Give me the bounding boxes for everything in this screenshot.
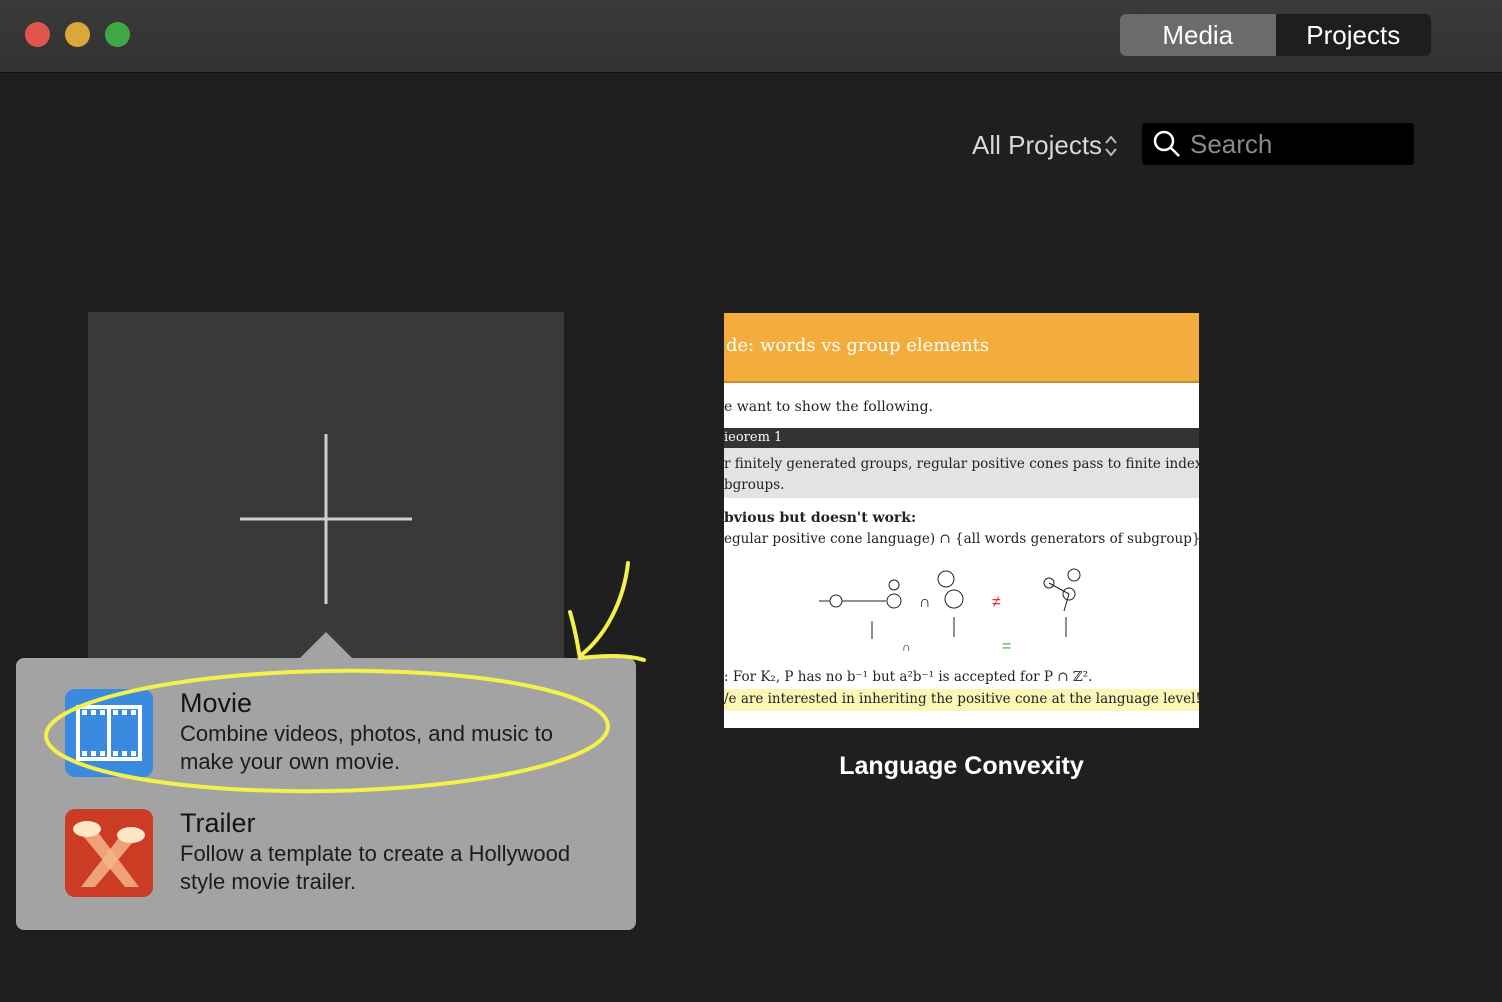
project-thumbnail-language-convexity[interactable]: de: words vs group elements e want to sh… [724,313,1199,728]
svg-text:∩: ∩ [919,594,931,611]
movie-option[interactable]: Movie Combine videos, photos, and music … [16,678,636,788]
theorem-text-1: r finitely generated groups, regular pos… [724,456,1199,472]
example-text: : For K₂, P has no b⁻¹ but a²b⁻¹ is acce… [724,669,1093,685]
highlight-text: /e are interested in inheriting the posi… [724,691,1199,707]
zoom-window-button[interactable] [105,22,130,47]
spotlight-icon [65,809,153,897]
formula-text: egular positive cone language) ∩ {all wo… [724,531,1199,547]
svg-text:≠: ≠ [992,594,1001,611]
svg-text:=: = [1002,638,1011,655]
movie-description: Combine videos, photos, and music to mak… [180,721,553,774]
slide-intro: e want to show the following. [724,399,933,415]
popover-arrow [300,632,352,658]
trailer-option[interactable]: Trailer Follow a template to create a Ho… [16,798,636,908]
all-projects-label: All Projects [972,130,1103,160]
search-field[interactable]: Search [1142,123,1414,165]
new-project-popover: Movie Combine videos, photos, and music … [16,658,636,930]
plus-icon [240,434,412,604]
new-project-tile[interactable] [88,312,564,658]
slide-shadow [724,381,1199,383]
movie-title: Movie [180,688,253,718]
svg-text:∩: ∩ [902,640,911,654]
slide-heading: de: words vs group elements [726,335,990,356]
trailer-title: Trailer [180,808,256,838]
title-bar: Media Projects [0,0,1502,73]
tab-projects[interactable]: Projects [1276,14,1432,56]
chevron-updown-icon [1105,134,1117,157]
theorem-text-2: bgroups. [724,477,785,493]
all-projects-popup[interactable]: All Projects [972,130,1118,161]
minimize-window-button[interactable] [65,22,90,47]
theorem-label: ieorem 1 [724,430,783,445]
view-switcher: Media Projects [1120,14,1431,56]
theorem-bar [724,428,1199,448]
film-strip-icon [65,689,153,777]
obvious-text: bvious but doesn't work: [724,510,917,526]
close-window-button[interactable] [25,22,50,47]
automaton-diagram: ∩ ≠ = ∩ [819,568,1081,655]
trailer-description: Follow a template to create a Hollywood … [180,841,571,894]
project-name: Language Convexity [839,752,1084,780]
search-icon [1153,130,1180,157]
tab-media[interactable]: Media [1120,14,1276,56]
search-placeholder: Search [1190,128,1273,159]
annotation-arrow-icon [568,561,646,662]
